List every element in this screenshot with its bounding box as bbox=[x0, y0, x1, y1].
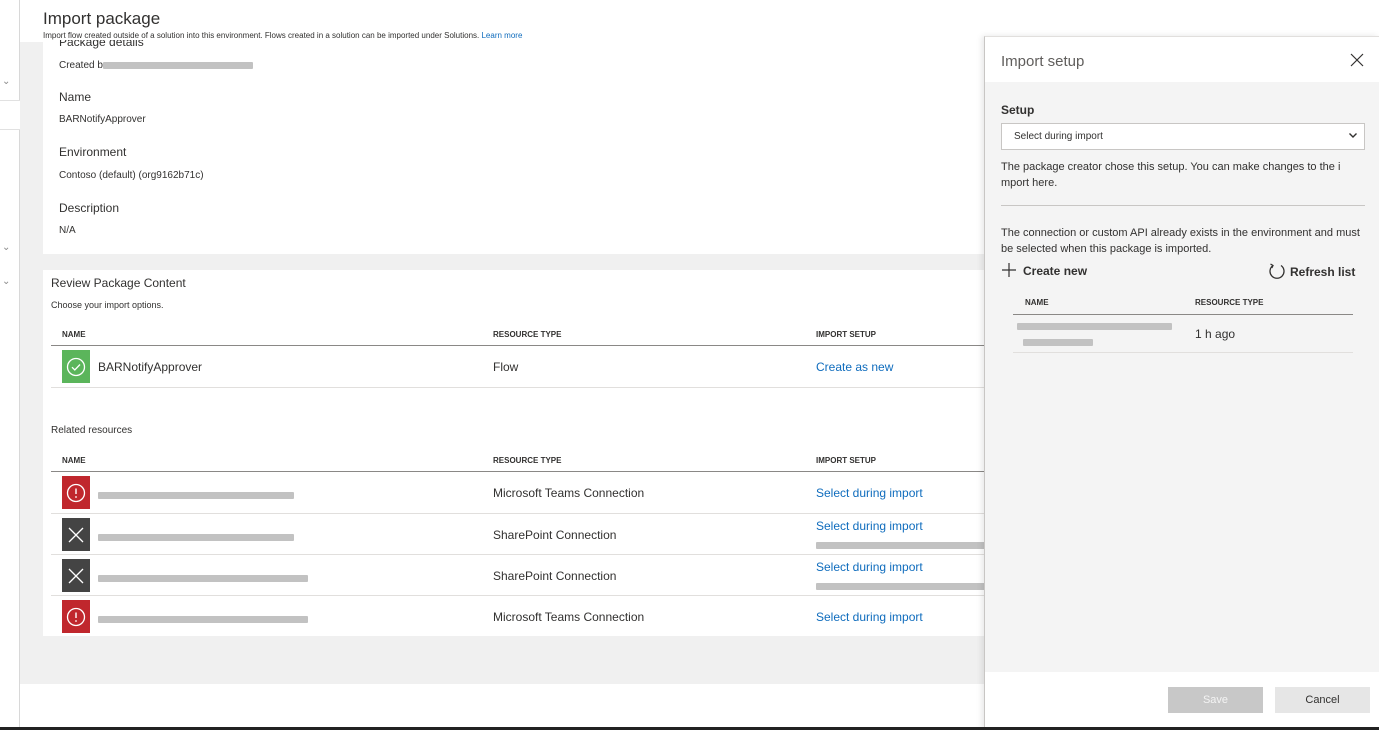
description-value: N/A bbox=[59, 225, 76, 236]
refresh-list-label: Refresh list bbox=[1290, 265, 1356, 279]
page-title: Import package bbox=[43, 9, 161, 28]
related-resource-type: Microsoft Teams Connection bbox=[493, 610, 645, 624]
panel-footer: Save Cancel bbox=[985, 672, 1379, 730]
package-details-card: Package details Created b Name BARNotify… bbox=[43, 40, 1043, 254]
chevron-down-icon[interactable]: ⌄ bbox=[2, 276, 12, 287]
table-row-related[interactable]: SharePoint Connection Select during impo… bbox=[51, 514, 1043, 554]
select-during-import-link[interactable]: Select during import bbox=[816, 486, 923, 500]
plus-icon bbox=[1001, 262, 1017, 280]
environment-label: Environment bbox=[59, 145, 127, 159]
select-during-import-link[interactable]: Select during import bbox=[816, 519, 923, 533]
panel-divider bbox=[1001, 205, 1365, 206]
select-during-import-link[interactable]: Select during import bbox=[816, 610, 923, 624]
name-label: Name bbox=[59, 90, 92, 104]
environment-value: Contoso (default) (org9162b71c) bbox=[59, 170, 204, 181]
related-resources-title: Related resources bbox=[51, 425, 133, 436]
x-icon bbox=[62, 559, 90, 592]
chevron-down-icon[interactable]: ⌄ bbox=[2, 242, 12, 253]
learn-more-link[interactable]: Learn more bbox=[481, 31, 522, 40]
name-value: BARNotifyApprover bbox=[59, 114, 146, 125]
cancel-button[interactable]: Cancel bbox=[1275, 687, 1370, 713]
left-nav-rail: ⌄ ⌄ ⌄ bbox=[0, 0, 20, 730]
related-resource-type: Microsoft Teams Connection bbox=[493, 486, 645, 500]
setup-help-text: The package creator chose this setup. Yo… bbox=[1001, 161, 1341, 189]
row-divider bbox=[51, 387, 1043, 388]
refresh-icon bbox=[1268, 262, 1286, 282]
create-new-button[interactable]: Create new bbox=[1001, 262, 1087, 280]
related-resource-type: SharePoint Connection bbox=[493, 569, 617, 583]
flow-name: BARNotifyApprover bbox=[98, 360, 203, 374]
page-subtitle: Import flow created outside of a solutio… bbox=[43, 31, 522, 40]
redacted-text bbox=[98, 488, 294, 502]
redacted-text bbox=[816, 578, 986, 596]
created-by: Created b bbox=[59, 60, 253, 71]
panel-header: Import setup bbox=[985, 37, 1379, 82]
error-circle-icon bbox=[62, 476, 90, 509]
close-icon[interactable] bbox=[1350, 50, 1364, 73]
create-as-new-link[interactable]: Create as new bbox=[816, 360, 893, 374]
flow-resource-type: Flow bbox=[493, 360, 519, 374]
import-setup-panel: Import setup Setup Select during import … bbox=[984, 36, 1379, 730]
review-title: Review Package Content bbox=[51, 276, 186, 290]
col-header-name: NAME bbox=[62, 456, 86, 465]
col-header-resource-type: RESOURCE TYPE bbox=[493, 330, 562, 339]
error-circle-icon bbox=[62, 600, 90, 633]
panel-col-header-name: NAME bbox=[1025, 298, 1049, 307]
related-resource-type: SharePoint Connection bbox=[493, 528, 617, 542]
redacted-text bbox=[98, 530, 294, 544]
table-row-related[interactable]: SharePoint Connection Select during impo… bbox=[51, 555, 1043, 595]
chevron-down-icon bbox=[1348, 130, 1358, 143]
nav-selected-item[interactable] bbox=[0, 100, 20, 130]
table-row-flow[interactable]: BARNotifyApprover Flow Create as new bbox=[51, 346, 1043, 386]
select-during-import-link[interactable]: Select during import bbox=[816, 560, 923, 574]
refresh-list-button[interactable]: Refresh list bbox=[1268, 262, 1355, 282]
create-new-label: Create new bbox=[1023, 264, 1088, 278]
created-by-label: Created b bbox=[59, 60, 103, 71]
check-circle-icon bbox=[62, 350, 90, 383]
col-header-resource-type: RESOURCE TYPE bbox=[493, 456, 562, 465]
review-subtitle: Choose your import options. bbox=[51, 300, 164, 310]
package-details-header: Package details bbox=[59, 40, 144, 49]
table-row-related[interactable]: Microsoft Teams Connection Select during… bbox=[51, 472, 1043, 512]
review-package-card: Review Package Content Choose your impor… bbox=[43, 270, 1043, 636]
connection-help-text: The connection or custom API already exi… bbox=[1001, 227, 1360, 255]
redacted-text bbox=[98, 612, 308, 626]
setup-dropdown-value: Select during import bbox=[1014, 131, 1103, 142]
chevron-down-icon[interactable]: ⌄ bbox=[2, 76, 12, 87]
x-icon bbox=[62, 518, 90, 551]
redacted-text bbox=[102, 61, 253, 69]
panel-col-header-resource-type: RESOURCE TYPE bbox=[1195, 298, 1264, 307]
connection-time: 1 h ago bbox=[1195, 327, 1236, 341]
setup-label: Setup bbox=[1001, 103, 1035, 117]
redacted-text bbox=[1023, 339, 1093, 346]
table-row-related[interactable]: Microsoft Teams Connection Select during… bbox=[51, 596, 1043, 636]
connection-row[interactable]: 1 h ago bbox=[1013, 315, 1353, 353]
col-header-import-setup: IMPORT SETUP bbox=[816, 456, 877, 465]
col-header-name: NAME bbox=[62, 330, 86, 339]
redacted-text bbox=[1017, 323, 1172, 330]
page-subtitle-text: Import flow created outside of a solutio… bbox=[43, 31, 480, 40]
col-header-import-setup: IMPORT SETUP bbox=[816, 330, 877, 339]
save-button[interactable]: Save bbox=[1168, 687, 1263, 713]
description-label: Description bbox=[59, 201, 120, 215]
redacted-text bbox=[98, 571, 308, 585]
setup-dropdown[interactable]: Select during import bbox=[1001, 123, 1365, 150]
redacted-text bbox=[816, 537, 986, 555]
panel-body: Setup Select during import The package c… bbox=[985, 82, 1379, 672]
panel-title: Import setup bbox=[1001, 53, 1085, 70]
